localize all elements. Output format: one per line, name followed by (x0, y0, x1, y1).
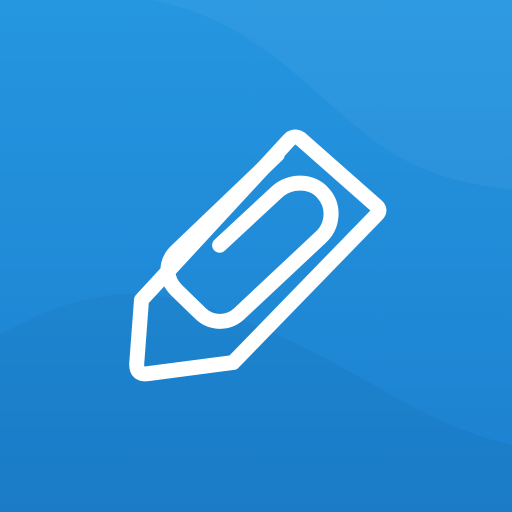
app-icon (0, 0, 512, 512)
app-icon-graphic (0, 0, 512, 512)
